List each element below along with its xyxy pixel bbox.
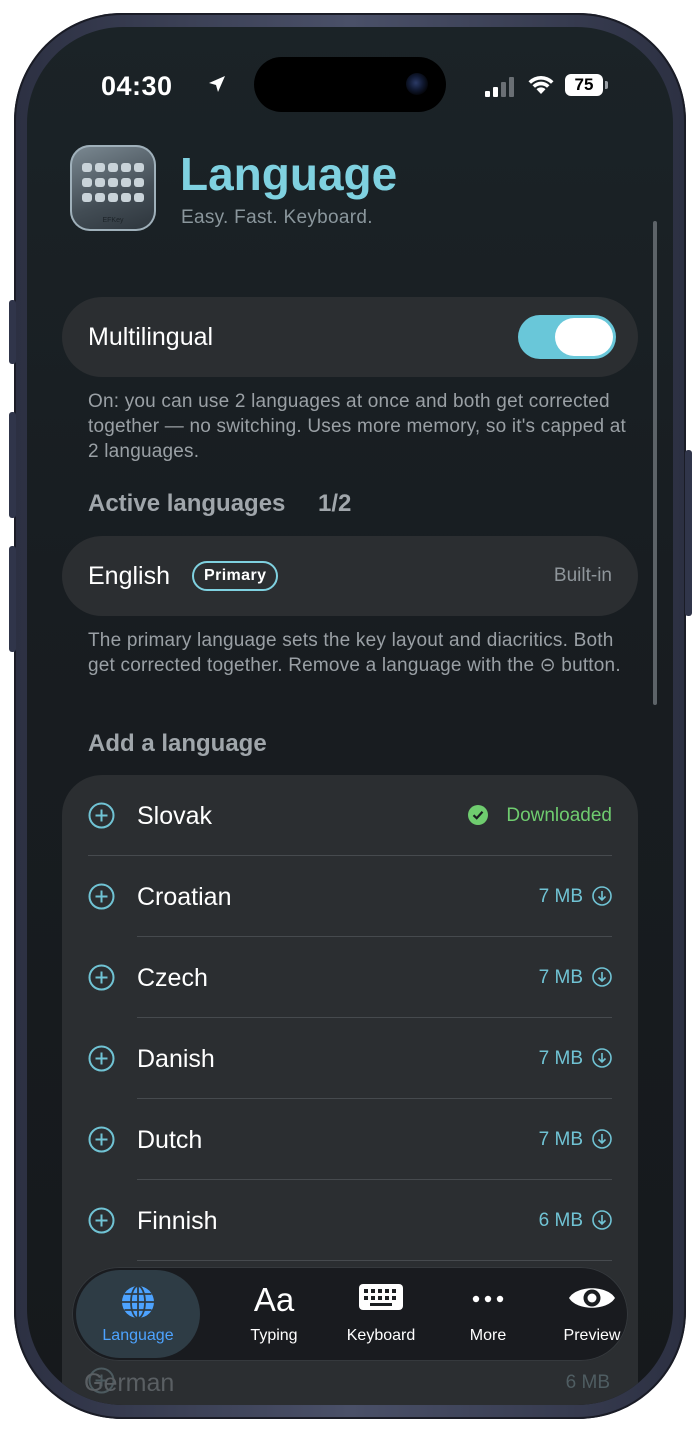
add-circle-icon[interactable] [88, 1126, 115, 1153]
tab-bar: Language Aa Typing Keyboard More Preview [72, 1267, 628, 1361]
tab-more[interactable]: More [434, 1267, 542, 1361]
language-name: Slovak [137, 802, 213, 830]
language-name: Danish [137, 1045, 215, 1073]
download-icon[interactable] [592, 886, 612, 906]
download-size: 7 MB [538, 1048, 583, 1069]
tab-label: More [469, 1327, 507, 1344]
app-icon: EFKey [70, 145, 156, 231]
status-time: 04:30 [101, 71, 173, 101]
dynamic-island [254, 57, 446, 112]
language-name: English [88, 562, 170, 590]
multilingual-help: On: you can use 2 languages at once and … [88, 391, 626, 462]
battery-indicator: 75 [565, 74, 603, 96]
active-languages-count: 1/2 [318, 490, 352, 517]
language-name: German [84, 1369, 175, 1397]
eye-icon [538, 1281, 646, 1315]
language-name: Czech [137, 964, 208, 992]
download-size: 6 MB [538, 1210, 583, 1231]
add-circle-icon[interactable] [88, 883, 115, 910]
battery-tip [605, 81, 608, 89]
add-language-title: Add a language [88, 730, 267, 757]
volume-up-button [9, 412, 16, 518]
downloaded-status: Downloaded [506, 805, 612, 826]
add-circle-icon[interactable] [88, 1045, 115, 1072]
divider [137, 1260, 612, 1261]
toggle-knob [555, 318, 613, 356]
tab-label: Typing [250, 1327, 298, 1344]
tab-keyboard[interactable]: Keyboard [327, 1267, 435, 1361]
language-name: Finnish [137, 1207, 218, 1235]
multilingual-row: Multilingual [62, 297, 638, 377]
download-size: 7 MB [538, 1129, 583, 1150]
active-language-row[interactable]: English Primary Built-in [62, 536, 638, 616]
download-icon[interactable] [592, 967, 612, 987]
screen: 04:30 75 EFKey Language Easy. Fast. Keyb… [27, 27, 673, 1405]
download-size: 7 MB [538, 967, 583, 988]
list-item[interactable]: Croatian 7 MB [62, 856, 638, 937]
camera-icon [406, 73, 428, 95]
cellular-signal-icon [485, 77, 514, 97]
tab-label: Preview [563, 1327, 621, 1344]
download-size: 7 MB [538, 886, 583, 907]
active-languages-help: The primary language sets the key layout… [88, 630, 621, 676]
globe-icon [76, 1284, 200, 1320]
checkmark-circle-icon [468, 805, 488, 825]
download-icon[interactable] [592, 1129, 612, 1149]
keyboard-keys-graphic [82, 163, 144, 205]
active-languages-title: Active languages [88, 490, 286, 517]
volume-down-button [9, 546, 16, 652]
ellipsis-icon [434, 1281, 542, 1317]
page-subtitle: Easy. Fast. Keyboard. [181, 207, 373, 228]
add-circle-icon[interactable] [88, 1207, 115, 1234]
add-circle-icon[interactable] [88, 802, 115, 829]
add-circle-icon[interactable] [88, 964, 115, 991]
tab-label: Keyboard [346, 1327, 416, 1344]
list-item[interactable]: Slovak Downloaded [62, 775, 638, 856]
scrollbar[interactable] [653, 221, 657, 705]
language-name: Dutch [137, 1126, 203, 1154]
text-size-icon: Aa [253, 1281, 295, 1318]
tab-language[interactable]: Language [76, 1270, 200, 1358]
language-name: Croatian [137, 883, 232, 911]
keyboard-icon [327, 1281, 435, 1313]
location-arrow-icon [209, 76, 225, 92]
multilingual-label: Multilingual [88, 323, 214, 351]
wifi-icon [528, 75, 554, 94]
download-icon[interactable] [592, 1048, 612, 1068]
list-item[interactable]: Dutch 7 MB [62, 1099, 638, 1180]
download-icon[interactable] [592, 1210, 612, 1230]
list-item[interactable]: Finnish 6 MB [62, 1180, 638, 1261]
app-icon-brand: EFKey [102, 217, 124, 224]
action-button [9, 300, 16, 364]
primary-badge: Primary [192, 561, 279, 591]
download-size: 6 MB [565, 1372, 610, 1393]
list-item[interactable]: Czech 7 MB [62, 937, 638, 1018]
tab-label: Language [102, 1327, 174, 1344]
page-title: Language [180, 148, 398, 200]
language-status: Built-in [553, 565, 612, 586]
multilingual-toggle[interactable] [518, 315, 616, 359]
power-button [685, 450, 692, 616]
tab-preview[interactable]: Preview [538, 1267, 646, 1361]
tab-typing[interactable]: Aa Typing [220, 1267, 328, 1361]
list-item[interactable]: Danish 7 MB [62, 1018, 638, 1099]
